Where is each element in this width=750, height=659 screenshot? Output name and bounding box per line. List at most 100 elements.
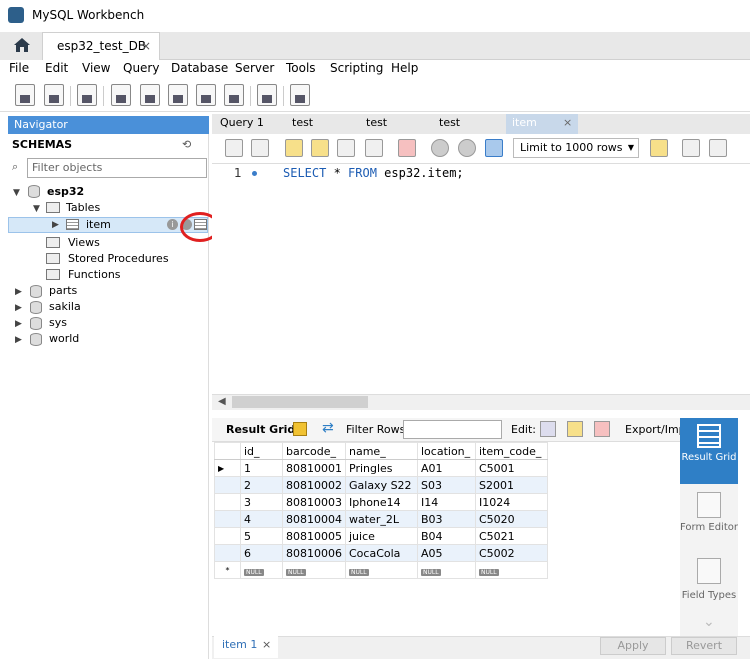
- tree-item-table[interactable]: item: [86, 217, 111, 233]
- cell[interactable]: B04: [417, 527, 476, 545]
- menu-help[interactable]: Help: [391, 61, 418, 75]
- cell[interactable]: 80810006: [282, 544, 346, 562]
- scrollbar-thumb[interactable]: [232, 396, 368, 408]
- tab-item[interactable]: item: [512, 116, 537, 129]
- tab-esp32-test-db[interactable]: esp32_test_DB ×: [42, 32, 160, 60]
- cell[interactable]: A05: [417, 544, 476, 562]
- new-sql-tab-icon[interactable]: [15, 84, 35, 106]
- create-schema-icon[interactable]: [111, 84, 131, 106]
- cell[interactable]: 80810001: [282, 459, 346, 477]
- cell[interactable]: C5020: [475, 510, 548, 528]
- search-table-data-icon[interactable]: [257, 84, 277, 106]
- form-editor-icon[interactable]: [697, 492, 721, 518]
- table-row[interactable]: ▶ 1 80810001 Pringles A01 C5001: [214, 459, 548, 477]
- chevron-down-icon[interactable]: ⌄: [703, 614, 715, 630]
- cell[interactable]: NULL: [282, 561, 346, 579]
- create-table-icon[interactable]: [140, 84, 160, 106]
- cell[interactable]: CocaCola: [345, 544, 418, 562]
- close-tab-icon[interactable]: ×: [141, 39, 151, 53]
- menu-tools[interactable]: Tools: [286, 61, 316, 75]
- table-row[interactable]: 3 80810003 Iphone14 I14 I1024: [214, 493, 548, 511]
- field-types-icon[interactable]: [697, 558, 721, 584]
- scroll-left-icon[interactable]: ◀: [218, 396, 226, 407]
- autocommit-icon[interactable]: [485, 139, 503, 157]
- cell[interactable]: C5021: [475, 527, 548, 545]
- cell[interactable]: Galaxy S22: [345, 476, 418, 494]
- table-row[interactable]: 6 80810006 CocaCola A05 C5002: [214, 544, 548, 562]
- collapse-arrow-icon[interactable]: ▶: [52, 220, 59, 230]
- close-tab-icon[interactable]: ×: [563, 116, 572, 129]
- execute-icon[interactable]: [285, 139, 303, 157]
- cell[interactable]: 6: [240, 544, 283, 562]
- revert-button[interactable]: Revert: [671, 637, 737, 655]
- expand-arrow-icon[interactable]: ▶: [15, 319, 22, 329]
- menu-edit[interactable]: Edit: [45, 61, 68, 75]
- expand-arrow-icon[interactable]: ▶: [15, 303, 22, 313]
- cell[interactable]: 80810004: [282, 510, 346, 528]
- result-grid-button[interactable]: Result Grid: [680, 418, 738, 484]
- tab-test-2[interactable]: test: [366, 116, 387, 129]
- toggle-error-icon[interactable]: [398, 139, 416, 157]
- add-snippet-icon[interactable]: [650, 139, 668, 157]
- tree-functions[interactable]: Functions: [68, 267, 121, 283]
- create-function-icon[interactable]: [224, 84, 244, 106]
- column-header[interactable]: barcode_: [282, 442, 346, 460]
- sql-editor[interactable]: [212, 164, 750, 394]
- new-row[interactable]: * NULL NULL NULL NULL NULL: [214, 561, 548, 579]
- apply-button[interactable]: Apply: [600, 637, 666, 655]
- expand-arrow-icon[interactable]: ▼: [33, 204, 40, 214]
- close-tab-icon[interactable]: ×: [262, 638, 271, 651]
- expand-arrow-icon[interactable]: ▶: [15, 335, 22, 345]
- filter-objects-input[interactable]: Filter objects: [27, 158, 207, 178]
- menu-database[interactable]: Database: [171, 61, 228, 75]
- cell[interactable]: NULL: [240, 561, 283, 579]
- schema-sys[interactable]: sys: [49, 315, 67, 331]
- cell[interactable]: NULL: [417, 561, 476, 579]
- cell[interactable]: B03: [417, 510, 476, 528]
- column-header[interactable]: item_code_: [475, 442, 548, 460]
- table-row[interactable]: 2 80810002 Galaxy S22 S03 S2001: [214, 476, 548, 494]
- menu-query[interactable]: Query: [123, 61, 159, 75]
- edit-row-icon[interactable]: [540, 421, 556, 437]
- result-tab-item-1[interactable]: item 1 ×: [214, 636, 278, 658]
- cell[interactable]: Iphone14: [345, 493, 418, 511]
- expand-arrow-icon[interactable]: ▶: [15, 287, 22, 297]
- cell[interactable]: juice: [345, 527, 418, 545]
- cell[interactable]: 80810003: [282, 493, 346, 511]
- schema-sakila[interactable]: sakila: [49, 299, 81, 315]
- schema-esp32[interactable]: esp32: [47, 184, 84, 200]
- explain-icon[interactable]: [337, 139, 355, 157]
- cell[interactable]: C5001: [475, 459, 548, 477]
- rollback-icon[interactable]: [458, 139, 476, 157]
- open-sql-script-icon[interactable]: [44, 84, 64, 106]
- cell[interactable]: Pringles: [345, 459, 418, 477]
- cell[interactable]: I1024: [475, 493, 548, 511]
- info-icon[interactable]: i: [167, 219, 178, 230]
- schema-world[interactable]: world: [49, 331, 79, 347]
- tab-test-1[interactable]: test: [292, 116, 313, 129]
- schema-parts[interactable]: parts: [49, 283, 77, 299]
- cell[interactable]: 1: [240, 459, 283, 477]
- cell[interactable]: C5002: [475, 544, 548, 562]
- sql-statement[interactable]: SELECT * FROM esp32.item;: [283, 166, 464, 180]
- menu-scripting[interactable]: Scripting: [330, 61, 383, 75]
- tree-views[interactable]: Views: [68, 235, 100, 251]
- open-file-icon[interactable]: [225, 139, 243, 157]
- column-header[interactable]: name_: [345, 442, 418, 460]
- tree-tables[interactable]: Tables: [66, 200, 100, 216]
- limit-rows-select[interactable]: Limit to 1000 rows ▼: [513, 138, 639, 158]
- home-tab[interactable]: [0, 32, 42, 60]
- execute-current-icon[interactable]: [311, 139, 329, 157]
- grid-icon[interactable]: [293, 422, 307, 436]
- reconnect-icon[interactable]: [290, 84, 310, 106]
- create-view-icon[interactable]: [168, 84, 188, 106]
- cell[interactable]: S2001: [475, 476, 548, 494]
- create-procedure-icon[interactable]: [196, 84, 216, 106]
- stop-icon[interactable]: [365, 139, 383, 157]
- expand-arrow-icon[interactable]: ▼: [13, 188, 20, 198]
- cell[interactable]: water_2L: [345, 510, 418, 528]
- menu-file[interactable]: File: [9, 61, 29, 75]
- refresh-schemas-icon[interactable]: ⟲: [182, 138, 191, 151]
- refresh-icon[interactable]: ⇄: [322, 420, 334, 436]
- cell[interactable]: 80810005: [282, 527, 346, 545]
